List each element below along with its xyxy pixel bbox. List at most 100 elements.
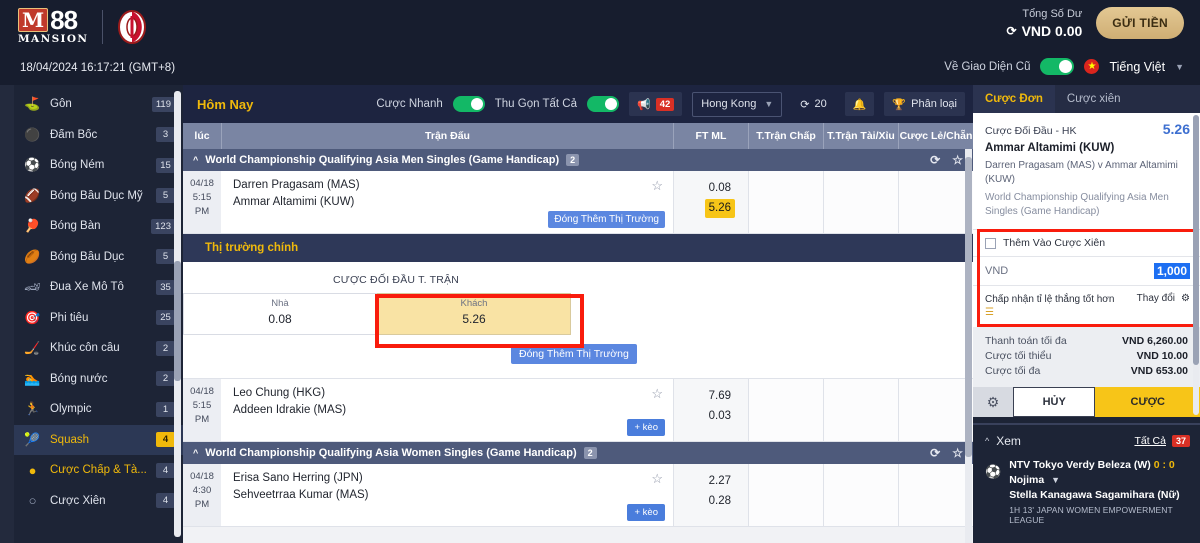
refresh-icon[interactable]: ⟳ bbox=[1007, 24, 1017, 38]
refresh-icon[interactable]: ⟳ bbox=[930, 446, 940, 460]
odds-format-select[interactable]: Hong Kong ▼ bbox=[692, 91, 783, 117]
add-markets-button[interactable]: + kèo bbox=[627, 504, 665, 521]
sidebar-item-dam-boc[interactable]: ⚫ Đấm Bốc 3 bbox=[14, 120, 183, 151]
sidebar-item-squash[interactable]: 🎾 Squash 4 bbox=[14, 424, 183, 455]
odds-away[interactable]: 0.03 bbox=[705, 407, 735, 426]
sidebar-item-khuc-con-cau[interactable]: 🏒 Khúc côn cầu 2 bbox=[14, 333, 183, 364]
notifications-button[interactable]: 🔔 bbox=[844, 92, 875, 116]
odds-cell-over-under[interactable] bbox=[823, 171, 898, 233]
favorite-star-icon[interactable]: ☆ bbox=[651, 386, 663, 402]
market-cell-home[interactable]: Nhà 0.08 bbox=[183, 293, 377, 335]
sidebar-item-cuoc-xien[interactable]: ○ Cược Xiên 4 bbox=[14, 486, 183, 517]
match-clock: 4:30 bbox=[192, 485, 212, 496]
odds-cell-handicap[interactable] bbox=[748, 464, 823, 526]
odds-away[interactable]: 0.28 bbox=[705, 492, 735, 511]
watch-header[interactable]: ^ Xem Tất Cả 37 bbox=[973, 425, 1200, 455]
tab-single-bet[interactable]: Cược Đơn bbox=[973, 85, 1055, 113]
sidebar-item-cuoc-chap-tai[interactable]: ● Cược Chấp & Tà... 4 bbox=[14, 455, 183, 486]
odds-cell-handicap[interactable] bbox=[748, 171, 823, 233]
add-markets-button[interactable]: + kèo bbox=[627, 419, 665, 436]
match-meridiem: PM bbox=[194, 206, 210, 217]
watch-team-line: NTV Tokyo Verdy Beleza (W) 0 : 0 Nojima … bbox=[1009, 458, 1190, 488]
odds-away[interactable]: 5.26 bbox=[704, 199, 735, 218]
auto-refresh-button[interactable]: ⟳ 20 bbox=[792, 92, 834, 116]
match-meridiem: PM bbox=[194, 414, 210, 425]
sidebar-item-bong-nuoc[interactable]: 🏊 Bóng nước 2 bbox=[14, 364, 183, 395]
quick-bet-label: Cược Nhanh bbox=[376, 98, 443, 110]
sidebar-item-bong-ban[interactable]: 🏓 Bóng Bàn 123 bbox=[14, 211, 183, 242]
language-label[interactable]: Tiếng Việt bbox=[1109, 60, 1165, 74]
sidebar-item-olympic[interactable]: 🏃 Olympic 1 bbox=[14, 394, 183, 425]
tab-parlay-bet[interactable]: Cược xiên bbox=[1055, 85, 1133, 113]
accept-better-odds-row[interactable]: Chấp nhận tỉ lệ thắng tốt hơn ☰ Thay đổi… bbox=[973, 285, 1200, 327]
quick-bet-toggle[interactable] bbox=[452, 96, 485, 112]
betslip-scrollbar[interactable] bbox=[1193, 115, 1199, 415]
home-team: Leo Chung (HKG) bbox=[233, 387, 326, 399]
chevron-down-icon[interactable]: ▼ bbox=[1051, 475, 1060, 485]
odds-cell-over-under[interactable] bbox=[823, 379, 898, 441]
betslip-scrollbar-thumb[interactable] bbox=[1193, 115, 1199, 365]
sidebar-item-gon[interactable]: ⛳ Gôn 119 bbox=[14, 89, 183, 120]
odds-cell-over-under[interactable] bbox=[823, 464, 898, 526]
betslip-settings-button[interactable]: ⚙ bbox=[973, 387, 1013, 417]
american-football-icon: 🏈 bbox=[24, 187, 41, 203]
balance-label: Tổng Số Dư bbox=[1022, 7, 1083, 20]
table-row[interactable]: 04/18 5:15 PM Darren Pragasam (MAS) Amma… bbox=[183, 171, 973, 234]
list-item[interactable]: ⚽ NTV Tokyo Verdy Beleza (W) 0 : 0 Nojim… bbox=[973, 455, 1200, 533]
refresh-icon[interactable]: ⟳ bbox=[930, 153, 940, 167]
odds-home[interactable]: 2.27 bbox=[705, 472, 735, 491]
match-date: 04/18 bbox=[190, 386, 214, 397]
parlay-checkbox[interactable] bbox=[985, 237, 996, 249]
market-body: CƯỢC ĐỐI ĐẦU T. TRẬN Nhà 0.08 Khách 5.26… bbox=[183, 262, 973, 379]
gear-icon[interactable]: ⚙ bbox=[1181, 293, 1190, 304]
league-header-women-singles[interactable]: ^ World Championship Qualifying Asia Wom… bbox=[183, 442, 973, 464]
odds-cell-handicap[interactable] bbox=[748, 379, 823, 441]
sidebar-item-phi-tieu[interactable]: 🎯 Phi tiêu 25 bbox=[14, 303, 183, 334]
odds-cell-odd-even[interactable] bbox=[898, 379, 973, 441]
sidebar-item-bong-bau-duc-my[interactable]: 🏈 Bóng Bầu Dục Mỹ 5 bbox=[14, 181, 183, 212]
odds-cell-odd-even[interactable] bbox=[898, 171, 973, 233]
stake-input-row[interactable]: VND 1,000 bbox=[973, 256, 1200, 285]
odds-home[interactable]: 7.69 bbox=[705, 387, 735, 406]
sidebar-scrollbar[interactable] bbox=[174, 91, 181, 537]
content-scrollbar-thumb[interactable] bbox=[965, 157, 972, 457]
sidebar-item-bong-bau-duc[interactable]: 🏉 Bóng Bầu Dục 5 bbox=[14, 242, 183, 273]
collapse-all-toggle[interactable] bbox=[587, 96, 619, 112]
odds-cell-ft-ml[interactable]: 2.27 0.28 bbox=[673, 464, 748, 526]
sidebar-scrollbar-thumb[interactable] bbox=[174, 261, 181, 381]
chevron-down-icon[interactable]: ▼ bbox=[1175, 62, 1184, 72]
old-ui-toggle[interactable] bbox=[1040, 58, 1075, 75]
market-cell-away[interactable]: Khách 5.26 bbox=[377, 293, 571, 335]
odds-home[interactable]: 0.08 bbox=[705, 179, 735, 198]
stake-input[interactable]: 1,000 bbox=[1153, 263, 1190, 279]
favorite-star-icon[interactable]: ☆ bbox=[952, 446, 963, 460]
odds-cell-ft-ml[interactable]: 0.08 5.26 bbox=[673, 171, 748, 233]
content-toolbar: Hôm Nay Cược Nhanh Thu Gọn Tất Cả 📢 42 H… bbox=[183, 85, 973, 123]
place-bet-button[interactable]: CƯỢC bbox=[1095, 387, 1200, 417]
watch-view-all-link[interactable]: Tất Cả bbox=[1134, 435, 1166, 447]
close-more-markets-button[interactable]: Đóng Thêm Thị Trường bbox=[511, 344, 637, 364]
market-cell-label: Khách bbox=[460, 298, 488, 309]
brand-logo[interactable]: M 88 MANSION bbox=[18, 7, 147, 45]
table-row[interactable]: 04/18 5:15 PM Leo Chung (HKG) Addeen Idr… bbox=[183, 379, 973, 442]
favorite-star-icon[interactable]: ☆ bbox=[952, 153, 963, 167]
odds-cell-ft-ml[interactable]: 7.69 0.03 bbox=[673, 379, 748, 441]
table-row[interactable]: 04/18 4:30 PM Erisa Sano Herring (JPN) S… bbox=[183, 464, 973, 527]
favorite-star-icon[interactable]: ☆ bbox=[651, 178, 663, 194]
add-to-parlay-row[interactable]: Thêm Vào Cược Xiên bbox=[973, 229, 1200, 256]
match-teams: Darren Pragasam (MAS) Ammar Altamimi (KU… bbox=[221, 171, 673, 233]
deposit-button[interactable]: GỬI TIỀN bbox=[1096, 7, 1184, 39]
sidebar-item-bong-nem[interactable]: ⚽ Bóng Ném 15 bbox=[14, 150, 183, 181]
more-markets-button[interactable]: Đóng Thêm Thị Trường bbox=[548, 211, 665, 228]
favorite-star-icon[interactable]: ☆ bbox=[651, 471, 663, 487]
odds-cell-odd-even[interactable] bbox=[898, 464, 973, 526]
sidebar-item-dua-xe-mo-to[interactable]: 🏎 Đua Xe Mô Tô 35 bbox=[14, 272, 183, 303]
content-scrollbar[interactable] bbox=[965, 149, 972, 543]
betslip-league: World Championship Qualifying Asia Men S… bbox=[985, 192, 1169, 217]
sidebar-item-label: Bóng Ném bbox=[50, 159, 105, 172]
change-odds-control[interactable]: Thay đổi ⚙ bbox=[1137, 293, 1190, 304]
sort-button[interactable]: 🏆 Phân loại bbox=[884, 92, 965, 116]
announcements-button[interactable]: 📢 42 bbox=[629, 92, 683, 116]
league-header-men-singles[interactable]: ^ World Championship Qualifying Asia Men… bbox=[183, 149, 973, 171]
cancel-button[interactable]: HỦY bbox=[1013, 387, 1096, 417]
